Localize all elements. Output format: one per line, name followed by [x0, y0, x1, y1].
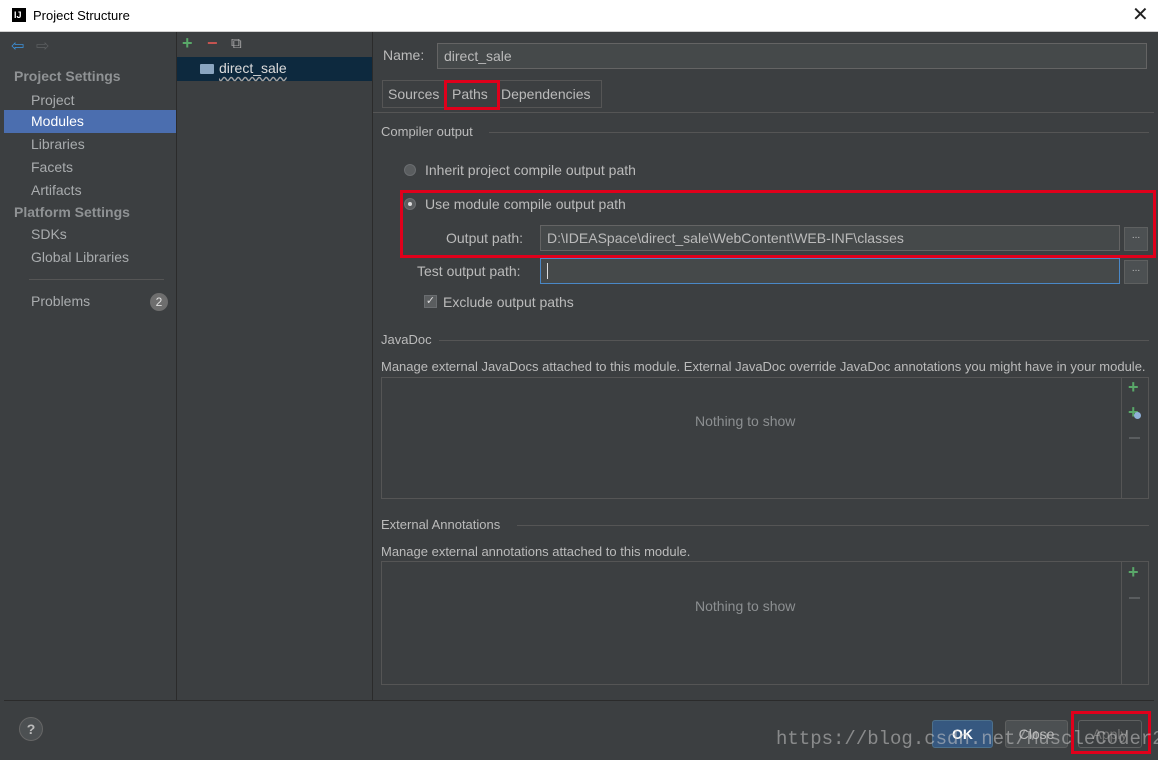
nav-item-libraries[interactable]: Libraries [4, 133, 176, 156]
exclude-output-checkbox[interactable]: ✓ [424, 295, 437, 308]
paths-tab-highlight [444, 80, 500, 110]
external-annotations-list[interactable] [381, 561, 1149, 685]
add-annotation-icon[interactable]: + [1128, 562, 1139, 583]
inherit-output-label[interactable]: Inherit project compile output path [425, 162, 636, 178]
nav-item-modules[interactable]: Modules [4, 110, 176, 133]
compiler-output-separator [489, 132, 1149, 133]
intellij-app-icon [12, 8, 26, 22]
window-close-button[interactable]: ✕ [1132, 4, 1149, 26]
javadoc-list[interactable] [381, 377, 1149, 499]
test-output-browse-button[interactable]: ... [1124, 260, 1148, 284]
help-icon[interactable]: ? [19, 717, 43, 741]
window-title: Project Structure [33, 8, 130, 23]
test-output-path-input[interactable] [540, 258, 1120, 284]
tab-bottom-border [373, 112, 1154, 113]
external-annotations-separator [517, 525, 1149, 526]
globe-icon [1134, 412, 1141, 419]
external-annotations-title: External Annotations [381, 517, 501, 532]
forward-arrow-icon[interactable]: ⇨ [36, 36, 49, 56]
project-settings-header: Project Settings [14, 68, 121, 84]
remove-annotation-icon[interactable] [1129, 597, 1140, 599]
add-module-icon[interactable]: + [182, 33, 193, 54]
remove-javadoc-icon[interactable] [1129, 437, 1140, 439]
javadoc-title: JavaDoc [381, 332, 432, 347]
compiler-output-title: Compiler output [381, 124, 473, 139]
external-annotations-empty-text: Nothing to show [695, 598, 796, 614]
javadoc-description: Manage external JavaDocs attached to thi… [381, 359, 1146, 374]
test-output-path-label: Test output path: [417, 263, 521, 279]
window-title-bar: Project Structure ✕ [0, 0, 1158, 32]
tab-sources[interactable]: Sources [388, 86, 439, 102]
problems-count-badge: 2 [150, 293, 168, 311]
module-output-highlight [400, 190, 1156, 258]
module-name-label: direct_sale [219, 60, 287, 76]
remove-module-icon[interactable]: − [207, 33, 218, 54]
exclude-output-label[interactable]: Exclude output paths [443, 294, 574, 310]
settings-nav-pane: ⇦ ⇨ Project Settings Project Modules Lib… [4, 32, 176, 700]
nav-item-sdks[interactable]: SDKs [4, 223, 176, 246]
javadoc-separator [439, 340, 1149, 341]
watermark-text: https://blog.csdn.net/MuscleCoder2018 [776, 728, 1158, 750]
inherit-output-radio[interactable] [404, 164, 416, 176]
add-javadoc-icon[interactable]: + [1128, 377, 1139, 398]
back-arrow-icon[interactable]: ⇦ [11, 36, 24, 56]
nav-item-global-libraries[interactable]: Global Libraries [4, 246, 176, 269]
module-tree-row[interactable]: direct_sale [177, 57, 372, 81]
javadoc-empty-text: Nothing to show [695, 413, 796, 429]
module-folder-icon [200, 64, 214, 74]
name-label: Name: [383, 47, 425, 63]
module-name-input[interactable] [437, 43, 1147, 69]
nav-item-facets[interactable]: Facets [4, 156, 176, 179]
module-tree-pane: + − ⧉ direct_sale [177, 32, 372, 700]
copy-module-icon[interactable]: ⧉ [231, 35, 242, 52]
platform-settings-header: Platform Settings [14, 204, 130, 220]
nav-divider [29, 279, 164, 280]
tab-dependencies[interactable]: Dependencies [501, 86, 591, 102]
dialog-button-bar: ? OK Close Apply https://blog.csdn.net/M… [4, 700, 1158, 760]
module-editor-pane: Name: Sources Paths Dependencies Compile… [373, 32, 1156, 700]
text-caret [547, 263, 548, 279]
nav-item-artifacts[interactable]: Artifacts [4, 179, 176, 202]
external-annotations-description: Manage external annotations attached to … [381, 544, 691, 559]
nav-item-project[interactable]: Project [4, 89, 176, 112]
